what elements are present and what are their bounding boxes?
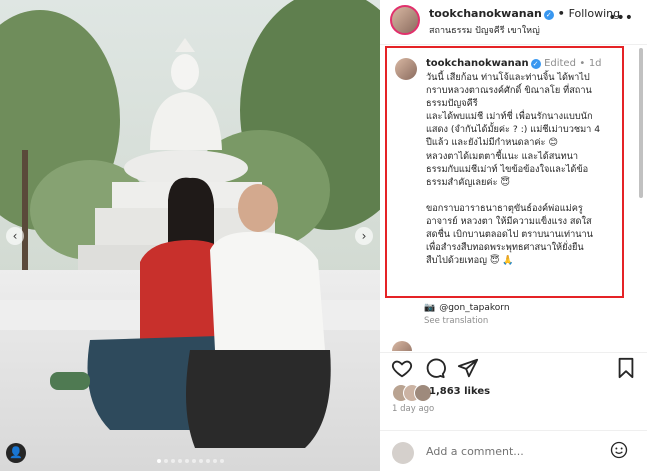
carousel-dot bbox=[156, 459, 161, 463]
verified-icon: ✓ bbox=[530, 59, 541, 69]
prev-image-button[interactable]: ‹ bbox=[6, 227, 24, 245]
separator: • bbox=[557, 7, 565, 20]
comment-bar: Add a comment... bbox=[380, 430, 647, 472]
viewer-avatar bbox=[392, 442, 414, 464]
comments-scrollbar[interactable] bbox=[639, 48, 643, 198]
likes-count[interactable]: 1,863 likes bbox=[429, 386, 490, 397]
author-username[interactable]: tookchanokwanan bbox=[429, 7, 542, 20]
edited-label: Edited bbox=[544, 58, 576, 69]
heart-icon[interactable] bbox=[391, 357, 413, 379]
post-side-panel: tookchanokwanan ✓ • Following สถานธรรม ปั… bbox=[380, 0, 647, 471]
emoji-icon[interactable] bbox=[610, 441, 628, 459]
share-icon[interactable] bbox=[457, 357, 479, 379]
carousel-dot bbox=[198, 459, 203, 463]
carousel-dot bbox=[177, 459, 182, 463]
bookmark-icon[interactable] bbox=[615, 357, 637, 379]
action-bar bbox=[380, 352, 647, 381]
next-image-button[interactable]: › bbox=[355, 227, 373, 245]
comment-icon[interactable] bbox=[424, 357, 446, 379]
carousel-dot bbox=[212, 459, 217, 463]
post-header: tookchanokwanan ✓ • Following สถานธรรม ปั… bbox=[380, 0, 647, 45]
commenter-avatar[interactable] bbox=[392, 341, 412, 351]
carousel-dot bbox=[170, 459, 175, 463]
photo-credit: 📷 @gon_tapakorn bbox=[424, 303, 510, 313]
carousel-dot bbox=[219, 459, 224, 463]
carousel-dot bbox=[184, 459, 189, 463]
post-time: 1d bbox=[588, 58, 602, 69]
separator: • bbox=[579, 58, 586, 69]
author-avatar[interactable] bbox=[390, 5, 420, 35]
see-translation-link[interactable]: See translation bbox=[424, 316, 488, 326]
caption-avatar[interactable] bbox=[395, 58, 417, 80]
carousel-indicator bbox=[0, 459, 380, 463]
post-photo[interactable]: ‹ › 👤 bbox=[0, 0, 380, 471]
comment-input[interactable]: Add a comment... bbox=[426, 445, 524, 458]
verified-icon: ✓ bbox=[543, 10, 554, 20]
author-name-row: tookchanokwanan ✓ • Following bbox=[429, 7, 620, 20]
camera-icon: 📷 bbox=[424, 303, 436, 313]
caption-author-row: tookchanokwanan ✓ Edited • 1d bbox=[426, 58, 602, 69]
photographer-link[interactable]: @gon_tapakorn bbox=[439, 303, 509, 313]
post-image bbox=[0, 0, 380, 471]
carousel-dot bbox=[205, 459, 210, 463]
comment-item bbox=[392, 341, 647, 351]
carousel-dot bbox=[191, 459, 196, 463]
post-date[interactable]: 1 day ago bbox=[392, 404, 434, 414]
more-icon[interactable]: ••• bbox=[608, 10, 633, 26]
caption-highlight: tookchanokwanan ✓ Edited • 1d วันนี้ เสีย… bbox=[385, 46, 624, 298]
post-location[interactable]: สถานธรรม ปัญจคีรี เขาใหญ่ bbox=[429, 23, 540, 37]
carousel-dot bbox=[163, 459, 168, 463]
caption-username[interactable]: tookchanokwanan bbox=[426, 58, 529, 69]
caption-text: วันนี้ เสียก้อน ท่านโจ้และท่านจิ้น ได้พา… bbox=[426, 72, 601, 267]
